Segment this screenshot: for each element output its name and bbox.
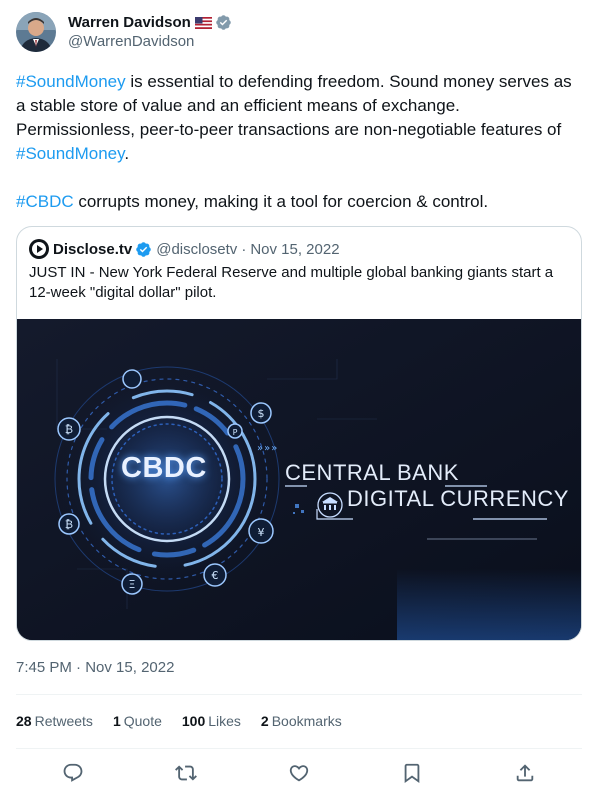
retweets-count: 28 — [16, 713, 32, 729]
tweet-text-segment: corrupts money, making it a tool for coe… — [73, 192, 489, 211]
bookmarks-stat[interactable]: 2 Bookmarks — [261, 713, 342, 729]
svg-text:¥: ¥ — [258, 526, 265, 539]
like-icon — [289, 765, 309, 782]
likes-count: 100 — [181, 713, 206, 729]
author-handle[interactable]: @WarrenDavidson — [68, 32, 232, 52]
separator-dot: · — [241, 240, 247, 258]
quoted-tweet-image[interactable]: ₿ $ ¥ € Ξ ₿ P »»» CBDC CENTRAL BANK DIGI… — [17, 319, 581, 640]
cbdc-label: CBDC — [121, 452, 207, 484]
svg-text:₿: ₿ — [65, 423, 73, 436]
divider — [16, 748, 582, 749]
svg-text:»»»: »»» — [257, 443, 278, 454]
bookmark-icon — [404, 763, 420, 784]
likes-label: Likes — [208, 713, 241, 729]
tweet-header: Warren Davidson @WarrenDavidson — [16, 12, 582, 52]
hashtag-link[interactable]: #SoundMoney — [16, 144, 124, 163]
quoted-tweet[interactable]: Disclose.tv @disclosetv · Nov 15, 2022 J… — [16, 226, 582, 641]
hashtag-link[interactable]: #CBDC — [16, 192, 74, 211]
svg-text:Ξ: Ξ — [129, 578, 136, 591]
tweet-text-segment: . — [124, 144, 130, 163]
quotes-label: Quote — [123, 713, 162, 729]
retweet-icon — [174, 765, 197, 781]
share-icon — [517, 764, 534, 782]
likes-stat[interactable]: 100 Likes — [182, 713, 241, 729]
central-bank-label: CENTRAL BANK — [285, 460, 459, 485]
verified-badge-icon[interactable] — [135, 241, 152, 258]
avatar[interactable] — [16, 12, 56, 52]
bookmarks-label: Bookmarks — [271, 713, 342, 729]
separator-dot: · — [76, 659, 82, 676]
svg-text:€: € — [212, 569, 219, 582]
tweet-text: #SoundMoney is essential to defending fr… — [16, 70, 582, 214]
author-display-name[interactable]: Warren Davidson — [68, 14, 191, 31]
reply-button[interactable] — [56, 757, 90, 789]
quoted-display-name[interactable]: Disclose.tv — [53, 241, 132, 258]
like-button[interactable] — [282, 757, 316, 789]
svg-text:$: $ — [258, 407, 265, 420]
quotes-count: 1 — [112, 713, 121, 729]
share-button[interactable] — [508, 757, 542, 789]
us-flag-icon — [194, 16, 212, 29]
tweet-paragraph-2: #CBDC corrupts money, making it a tool f… — [16, 190, 582, 214]
svg-text:P: P — [233, 428, 238, 437]
divider — [16, 694, 582, 695]
digital-currency-label: DIGITAL CURRENCY — [347, 486, 569, 511]
quoted-date[interactable]: Nov 15, 2022 — [250, 241, 339, 258]
quoted-tweet-header: Disclose.tv @disclosetv · Nov 15, 2022 — [29, 239, 340, 259]
bookmark-button[interactable] — [395, 757, 429, 789]
engagement-stats: 28 Retweets 1 Quote 100 Likes 2 Bookmarks — [16, 711, 362, 731]
quoted-handle[interactable]: @disclosetv — [156, 241, 237, 258]
quotes-stat[interactable]: 1 Quote — [113, 713, 162, 729]
hashtag-link[interactable]: #SoundMoney — [16, 72, 126, 91]
bookmarks-count: 2 — [260, 713, 269, 729]
action-bar — [16, 757, 582, 789]
retweets-label: Retweets — [34, 713, 93, 729]
reply-icon — [63, 763, 82, 782]
retweets-stat[interactable]: 28 Retweets — [16, 713, 93, 729]
tweet-time[interactable]: 7:45 PM — [16, 659, 72, 676]
tweet-paragraph-1: #SoundMoney is essential to defending fr… — [16, 70, 582, 166]
svg-text:₿: ₿ — [65, 518, 73, 531]
disclose-logo-icon — [29, 239, 49, 259]
quoted-tweet-text: JUST IN - New York Federal Reserve and m… — [29, 264, 554, 301]
retweet-button[interactable] — [169, 757, 203, 789]
tweet-date[interactable]: Nov 15, 2022 — [85, 659, 174, 676]
verified-badge-icon[interactable] — [215, 14, 232, 31]
tweet-timestamp[interactable]: 7:45 PM · Nov 15, 2022 — [16, 658, 174, 678]
